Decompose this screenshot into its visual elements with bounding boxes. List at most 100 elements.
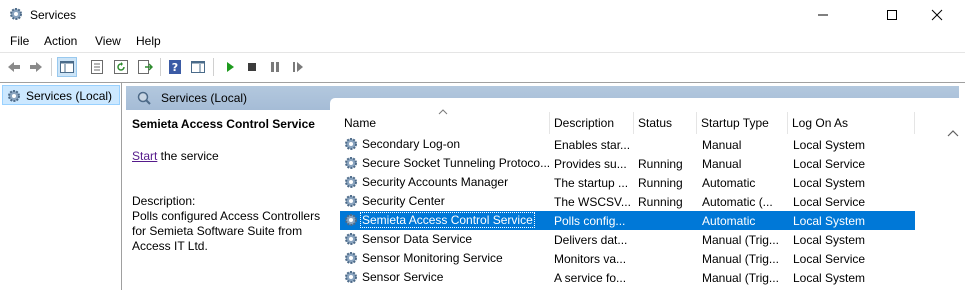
menu-action[interactable]: Action — [44, 34, 77, 48]
service-log-on-as: Local System — [793, 271, 866, 285]
show-hide-console-tree-button[interactable] — [57, 57, 77, 77]
service-row[interactable]: Secure Socket Tunneling Protoco... Provi… — [340, 154, 915, 173]
services-pane: Services (Local) Semieta Access Control … — [126, 83, 965, 290]
service-startup-type: Manual — [702, 138, 742, 152]
tree-item-label: Services (Local) — [26, 89, 113, 103]
service-name: Sensor Service — [362, 270, 444, 284]
maximize-button[interactable] — [869, 0, 915, 30]
service-name: Sensor Monitoring Service — [362, 251, 503, 265]
services-list: Name Description Status Startup Type Log… — [330, 98, 965, 290]
service-log-on-as: Local Service — [793, 252, 866, 266]
service-status: Running — [638, 176, 683, 190]
menu-view[interactable]: View — [95, 34, 121, 48]
start-service-line: Start the service — [132, 149, 219, 163]
service-gear-icon — [343, 250, 359, 266]
minimize-icon — [818, 14, 828, 16]
service-log-on-as: Local System — [793, 138, 866, 152]
column-header-status[interactable]: Status — [634, 112, 697, 134]
selected-service-name: Semieta Access Control Service — [132, 117, 315, 131]
column-header-log-on-as[interactable]: Log On As — [788, 112, 915, 134]
service-row[interactable]: Sensor Data Service Delivers dat... Manu… — [340, 230, 915, 249]
back-button[interactable] — [4, 57, 24, 77]
service-row[interactable]: Secondary Log-on Enables star... Manual … — [340, 135, 915, 154]
column-header-description[interactable]: Description — [550, 112, 634, 134]
close-button[interactable] — [914, 0, 960, 30]
service-description: The startup ... — [554, 176, 629, 190]
service-description: Polls configured Access Controllers for … — [132, 209, 321, 253]
service-status: Running — [638, 157, 683, 171]
back-icon — [8, 62, 20, 72]
service-description: The WSCSV... — [554, 195, 631, 209]
service-name: Sensor Data Service — [362, 232, 473, 246]
service-row-selected[interactable]: Semieta Access Control Service Polls con… — [340, 211, 915, 230]
menu-file[interactable]: File — [10, 34, 29, 48]
service-startup-type: Automatic — [702, 176, 756, 190]
action-pane-icon — [191, 61, 205, 73]
restart-service-button[interactable] — [288, 57, 308, 77]
service-startup-type: Manual (Trig... — [702, 252, 779, 266]
service-row[interactable]: Sensor Service A service fo... Manual (T… — [340, 268, 915, 287]
search-gear-icon — [136, 90, 152, 109]
service-status: Running — [638, 195, 683, 209]
toolbar: ? — [0, 52, 965, 80]
service-log-on-as: Local Service — [793, 195, 866, 209]
menu-bar: File Action View Help — [0, 30, 965, 51]
forward-icon — [30, 62, 42, 72]
service-gear-icon — [343, 155, 359, 171]
console-tree: Services (Local) — [0, 83, 122, 290]
service-row[interactable]: Sensor Monitoring Service Monitors va...… — [340, 249, 915, 268]
service-name: Secure Socket Tunneling Protoco... — [362, 156, 551, 170]
service-name: Semieta Access Control Service — [360, 212, 535, 228]
service-name: Security Accounts Manager — [362, 175, 509, 189]
service-name: Secondary Log-on — [362, 137, 461, 151]
service-description: Enables star... — [554, 138, 631, 152]
console-tree-icon — [60, 61, 74, 73]
service-startup-type: Automatic (... — [702, 195, 773, 209]
start-service-button[interactable] — [220, 57, 240, 77]
service-gear-icon — [343, 193, 359, 209]
svg-text:?: ? — [172, 61, 178, 74]
show-hide-action-pane-button[interactable] — [188, 57, 208, 77]
service-startup-type: Manual (Trig... — [702, 271, 779, 285]
service-log-on-as: Local System — [793, 176, 866, 190]
export-list-icon — [138, 60, 153, 74]
pane-header-title: Services (Local) — [161, 91, 248, 105]
menu-help[interactable]: Help — [136, 34, 161, 48]
start-service-link[interactable]: Start — [132, 149, 157, 163]
restart-service-icon — [293, 62, 303, 72]
vertical-scrollbar[interactable] — [941, 98, 965, 290]
stop-service-button[interactable] — [242, 57, 262, 77]
service-startup-type: Manual (Trig... — [702, 233, 779, 247]
minimize-button[interactable] — [800, 0, 846, 30]
service-gear-icon — [343, 212, 359, 228]
properties-button[interactable] — [87, 57, 107, 77]
help-button[interactable]: ? — [165, 57, 185, 77]
column-header-name[interactable]: Name — [340, 112, 550, 134]
content-area: Services (Local) Services (Local) Semiet… — [0, 82, 965, 290]
forward-button[interactable] — [26, 57, 46, 77]
service-log-on-as: Local System — [793, 214, 866, 228]
service-gear-icon — [343, 174, 359, 190]
pause-service-button[interactable] — [265, 57, 285, 77]
service-gear-icon — [343, 269, 359, 285]
service-gear-icon — [343, 136, 359, 152]
export-list-button[interactable] — [135, 57, 155, 77]
service-description: Polls config... — [554, 214, 626, 228]
services-gear-icon — [8, 6, 24, 22]
service-gear-icon — [343, 231, 359, 247]
service-description: A service fo... — [554, 271, 627, 285]
close-icon — [931, 9, 943, 21]
pause-service-icon — [271, 62, 279, 72]
start-service-suffix: the service — [157, 149, 219, 163]
properties-icon — [91, 60, 103, 74]
service-log-on-as: Local System — [793, 233, 866, 247]
column-header-startup-type[interactable]: Startup Type — [697, 112, 788, 134]
scroll-up-arrow-icon[interactable] — [947, 126, 959, 140]
service-row[interactable]: Security Accounts Manager The startup ..… — [340, 173, 915, 192]
service-log-on-as: Local Service — [793, 157, 866, 171]
refresh-button[interactable] — [111, 57, 131, 77]
tree-item-services-local[interactable]: Services (Local) — [2, 85, 120, 105]
start-service-icon — [227, 62, 234, 72]
window-title: Services — [30, 8, 77, 22]
service-row[interactable]: Security Center The WSCSV... Running Aut… — [340, 192, 915, 211]
